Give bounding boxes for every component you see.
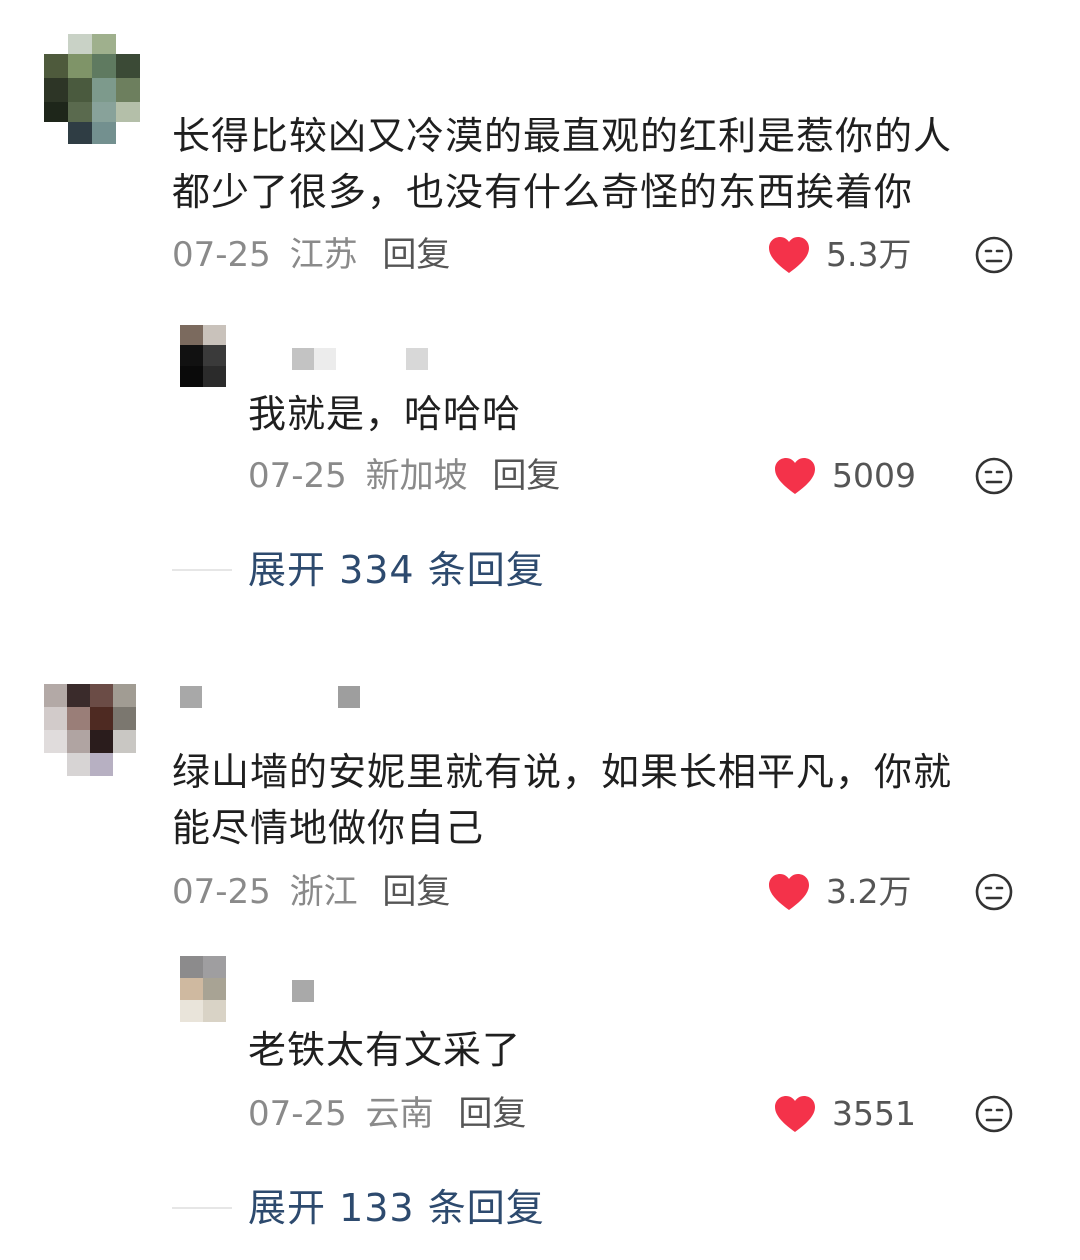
avatar[interactable]: [44, 34, 140, 144]
like-count: 3.2万: [826, 872, 912, 911]
reply-meta: 07-25 云南 回复: [248, 1094, 526, 1134]
heart-icon: [768, 236, 810, 274]
comment-date: 07-25: [172, 872, 271, 912]
reply-location: 新加坡: [365, 456, 468, 496]
comment-meta: 07-25 江苏 回复: [172, 235, 450, 275]
unhappy-face-icon: [974, 236, 1014, 279]
reply-button[interactable]: 回复: [458, 1094, 526, 1134]
reply-button[interactable]: 回复: [492, 456, 560, 496]
avatar[interactable]: [44, 684, 136, 776]
comment-text-line: 能尽情地做你自己: [172, 806, 485, 850]
avatar[interactable]: [180, 325, 226, 387]
like-button[interactable]: 5009: [774, 456, 916, 496]
like-count: 5009: [832, 456, 916, 495]
comment-text-line: 都少了很多，也没有什么奇怪的东西挨着你: [172, 170, 914, 214]
like-button[interactable]: 5.3万: [768, 235, 911, 275]
expand-replies-button[interactable]: 展开 133 条回复: [172, 1186, 545, 1230]
like-button[interactable]: 3.2万: [768, 872, 911, 912]
dislike-button[interactable]: [974, 872, 1014, 916]
unhappy-face-icon: [974, 873, 1014, 916]
like-count: 3551: [832, 1094, 916, 1133]
reply-location: 云南: [365, 1094, 434, 1134]
dislike-button[interactable]: [974, 235, 1014, 279]
reply-text: 我就是，哈哈哈: [248, 392, 522, 436]
expand-replies-button[interactable]: 展开 334 条回复: [172, 548, 545, 592]
expand-replies-label: 展开 133 条回复: [248, 1186, 545, 1230]
divider: [172, 569, 232, 571]
comment-meta: 07-25 浙江 回复: [172, 872, 450, 912]
like-button[interactable]: 3551: [774, 1094, 916, 1134]
username-blurred: [406, 348, 428, 370]
comment-text: 绿山墙的安妮里就有说，如果长相平凡，你就 能尽情地做你自己: [172, 744, 1032, 856]
reply-date: 07-25: [248, 456, 347, 496]
heart-icon: [768, 873, 810, 911]
unhappy-face-icon: [974, 457, 1014, 500]
reply-text: 老铁太有文采了: [248, 1028, 522, 1072]
username-blurred: [292, 348, 314, 370]
reply-date: 07-25: [248, 1094, 347, 1134]
like-count: 5.3万: [826, 235, 912, 274]
comment-location: 江苏: [289, 235, 358, 275]
heart-icon: [774, 1095, 816, 1133]
expand-replies-label: 展开 334 条回复: [248, 548, 545, 592]
username-blurred: [292, 980, 314, 1002]
dislike-button[interactable]: [974, 456, 1014, 500]
reply-button[interactable]: 回复: [382, 235, 450, 275]
heart-icon: [774, 457, 816, 495]
comment-text-line: 长得比较凶又冷漠的最直观的红利是惹你的人: [172, 114, 953, 158]
comment-location: 浙江: [289, 872, 358, 912]
comment-text: 长得比较凶又冷漠的最直观的红利是惹你的人 都少了很多，也没有什么奇怪的东西挨着你: [172, 108, 1032, 220]
reply-button[interactable]: 回复: [382, 872, 450, 912]
username-blurred: [180, 686, 202, 708]
comment-text-line: 绿山墙的安妮里就有说，如果长相平凡，你就: [172, 750, 953, 794]
reply-meta: 07-25 新加坡 回复: [248, 456, 560, 496]
unhappy-face-icon: [974, 1095, 1014, 1138]
username-blurred: [314, 348, 336, 370]
username-blurred: [338, 686, 360, 708]
avatar[interactable]: [180, 956, 226, 1022]
dislike-button[interactable]: [974, 1094, 1014, 1138]
comment-date: 07-25: [172, 235, 271, 275]
divider: [172, 1207, 232, 1209]
